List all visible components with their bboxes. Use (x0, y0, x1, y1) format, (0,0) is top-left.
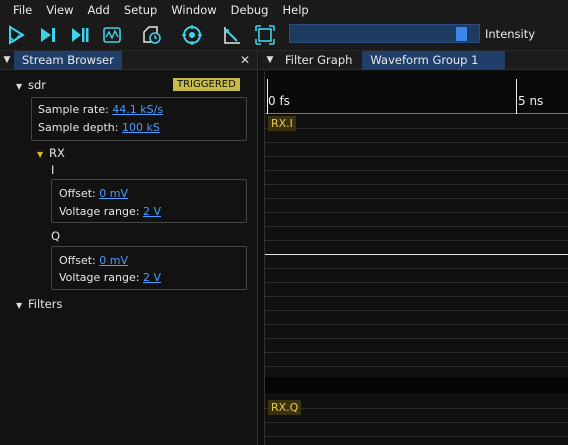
menu-file[interactable]: File (6, 0, 39, 20)
start-single-icon[interactable] (36, 23, 60, 47)
offset-value[interactable]: 0 mV (99, 254, 128, 267)
ruler-label-mid: 5 ns (518, 94, 544, 108)
waveform-grid-line (265, 282, 568, 283)
menu-debug[interactable]: Debug (224, 0, 276, 20)
waveform-grid-line (265, 352, 568, 353)
menu-help[interactable]: Help (275, 0, 315, 20)
menu-setup[interactable]: Setup (117, 0, 164, 20)
stop-icon[interactable] (100, 23, 124, 47)
waveform-grid-line (265, 310, 568, 311)
expand-arrow-icon[interactable]: ▼ (37, 150, 49, 159)
waveform-grid-line (265, 212, 568, 213)
waveform-grid-line (265, 422, 568, 423)
reset-icon[interactable] (180, 23, 204, 47)
waveform-area[interactable]: RX.I RX.Q (265, 114, 568, 445)
device-name: sdr (28, 78, 47, 92)
waveform-grid-line (265, 408, 568, 409)
intensity-label: Intensity (485, 27, 536, 41)
sample-depth-row: Sample depth: 100 kS (38, 121, 160, 134)
trace-label-rx-q[interactable]: RX.Q (268, 400, 302, 415)
voltage-range-label: Voltage range: (59, 205, 140, 218)
waveform-grid-line (265, 338, 568, 339)
tree-item-rx[interactable]: ▼ RX (37, 146, 65, 160)
cursor-icon[interactable] (220, 23, 244, 47)
voltage-range-label: Voltage range: (59, 271, 140, 284)
waveform-grid-line (265, 226, 568, 227)
sample-rate-label: Sample rate: (38, 103, 109, 116)
waveform-grid-line (265, 436, 568, 437)
panel-menu-icon[interactable]: ▼ (0, 55, 14, 65)
offset-row-i: Offset: 0 mV (59, 187, 128, 200)
sample-depth-value[interactable]: 100 kS (122, 121, 160, 134)
waveform-grid-line (265, 184, 568, 185)
ruler-tick (516, 79, 517, 114)
waveform-grid-line (265, 366, 568, 367)
waveform-grid-line (265, 198, 568, 199)
start-icon[interactable] (4, 23, 28, 47)
stream-name-i: I (51, 163, 55, 177)
voltage-range-value[interactable]: 2 V (143, 205, 161, 218)
status-badge: TRIGGERED (173, 78, 240, 91)
channel-name: RX (49, 146, 65, 160)
ruler-label-start: 0 fs (268, 94, 290, 108)
filters-label: Filters (28, 297, 63, 311)
menu-view[interactable]: View (39, 0, 80, 20)
expand-arrow-icon[interactable]: ▼ (16, 82, 28, 91)
offset-label: Offset: (59, 187, 96, 200)
offset-value[interactable]: 0 mV (99, 187, 128, 200)
tab-waveform-group[interactable]: Waveform Group 1 (362, 50, 506, 70)
trace-i-waveform (265, 254, 568, 255)
voltage-range-row-q: Voltage range: 2 V (59, 271, 161, 284)
sample-rate-value[interactable]: 44.1 kS/s (112, 103, 163, 116)
waveform-grid-line (265, 268, 568, 269)
menu-add[interactable]: Add (81, 0, 117, 20)
trace-label-rx-i[interactable]: RX.I (268, 116, 296, 131)
waveform-grid-line (265, 142, 568, 143)
toolbar: Intensity (0, 20, 568, 51)
tab-filter-graph[interactable]: Filter Graph (277, 51, 360, 70)
waveform-grid-line (265, 156, 568, 157)
offset-row-q: Offset: 0 mV (59, 254, 128, 267)
menu-window[interactable]: Window (164, 0, 223, 20)
panel-menu-icon[interactable]: ▼ (263, 55, 277, 65)
intensity-slider-thumb[interactable] (456, 27, 467, 41)
stream-name-q: Q (51, 229, 61, 243)
close-icon[interactable]: ✕ (240, 53, 250, 67)
waveform-grid-line (265, 240, 568, 241)
intensity-slider[interactable] (289, 24, 480, 43)
fullscreen-icon[interactable] (253, 23, 277, 47)
waveform-grid-line (265, 170, 568, 171)
waveform-tabs-header: ▼ Filter Graph Waveform Group 1 (259, 50, 568, 70)
trace-separator (265, 377, 568, 393)
menu-bar: File View Add Setup Window Debug Help (0, 0, 568, 20)
start-continuous-icon[interactable] (68, 23, 92, 47)
expand-arrow-icon[interactable]: ▼ (16, 301, 28, 310)
waveform-grid-line (265, 296, 568, 297)
stream-browser-header: ▼ Stream Browser ✕ (0, 50, 257, 70)
time-ruler[interactable]: 0 fs 5 ns (265, 71, 568, 114)
sample-depth-label: Sample depth: (38, 121, 119, 134)
sample-rate-row: Sample rate: 44.1 kS/s (38, 103, 163, 116)
waveform-grid-line (265, 324, 568, 325)
voltage-range-row-i: Voltage range: 2 V (59, 205, 161, 218)
voltage-range-value[interactable]: 2 V (143, 271, 161, 284)
waveform-grid-line (265, 128, 568, 129)
tree-item-sdr[interactable]: ▼ sdr (16, 78, 46, 92)
tree-item-filters[interactable]: ▼ Filters (16, 297, 62, 311)
tab-stream-browser[interactable]: Stream Browser (14, 50, 122, 70)
history-icon[interactable] (140, 23, 164, 47)
offset-label: Offset: (59, 254, 96, 267)
